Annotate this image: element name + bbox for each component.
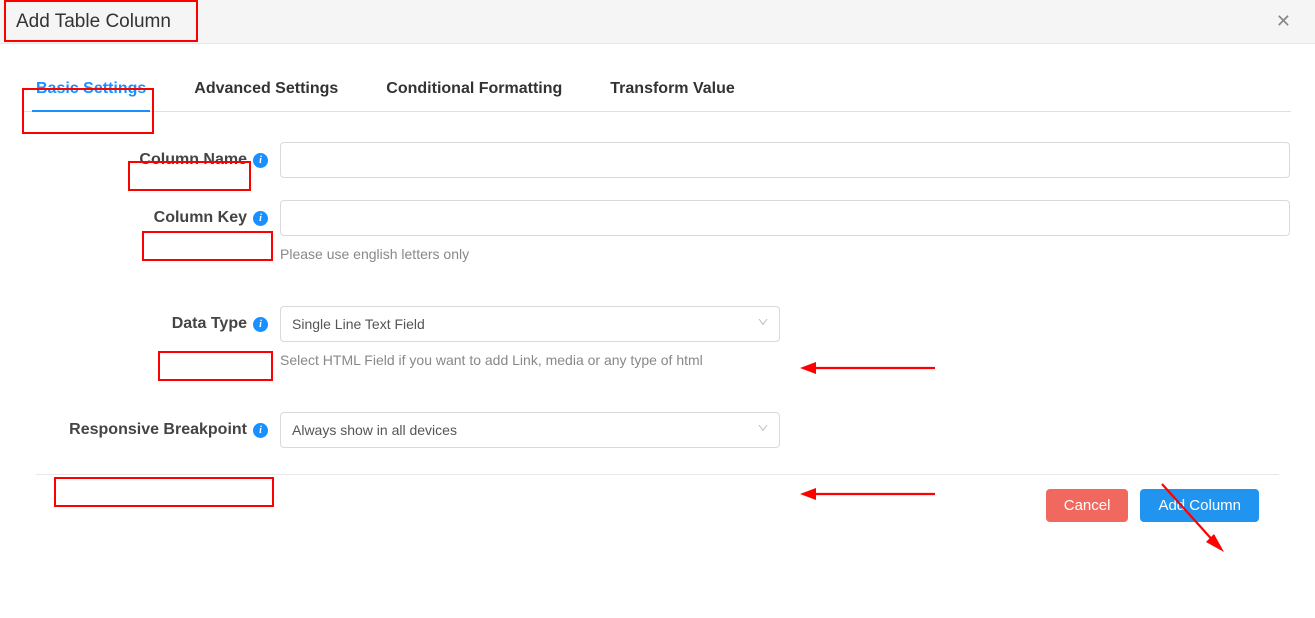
dialog-title: Add Table Column xyxy=(16,11,171,33)
label-data-type-text: Data Type xyxy=(172,315,247,333)
row-column-key: Column Key i Please use english letters … xyxy=(24,200,1291,262)
dialog-header: Add Table Column ✕ xyxy=(0,0,1315,44)
label-column-name-text: Column Name xyxy=(139,151,247,169)
label-responsive-breakpoint: Responsive Breakpoint i xyxy=(24,412,280,448)
info-icon[interactable]: i xyxy=(253,211,268,226)
data-type-selected: Single Line Text Field xyxy=(292,316,425,332)
label-column-key-text: Column Key xyxy=(154,209,247,227)
close-icon[interactable]: ✕ xyxy=(1268,7,1299,36)
data-type-select[interactable]: Single Line Text Field xyxy=(280,306,780,342)
dialog-content: Basic Settings Advanced Settings Conditi… xyxy=(0,44,1315,536)
responsive-select[interactable]: Always show in all devices xyxy=(280,412,780,448)
tab-advanced-settings[interactable]: Advanced Settings xyxy=(190,72,342,112)
label-data-type: Data Type i xyxy=(24,306,280,342)
label-column-key: Column Key i xyxy=(24,200,280,236)
dialog-footer: Cancel Add Column xyxy=(36,474,1279,536)
info-icon[interactable]: i xyxy=(253,317,268,332)
add-column-button[interactable]: Add Column xyxy=(1140,489,1259,522)
tab-basic-settings[interactable]: Basic Settings xyxy=(32,72,150,112)
tab-conditional-formatting[interactable]: Conditional Formatting xyxy=(382,72,566,112)
label-responsive-text: Responsive Breakpoint xyxy=(69,421,247,439)
cancel-button[interactable]: Cancel xyxy=(1046,489,1129,522)
row-responsive-breakpoint: Responsive Breakpoint i Always show in a… xyxy=(24,412,1291,448)
column-key-help: Please use english letters only xyxy=(280,246,1290,262)
column-key-input[interactable] xyxy=(280,200,1290,236)
label-column-name: Column Name i xyxy=(24,142,280,178)
info-icon[interactable]: i xyxy=(253,153,268,168)
tabs: Basic Settings Advanced Settings Conditi… xyxy=(24,72,1291,112)
form-basic-settings: Column Name i Column Key i Please use en… xyxy=(24,112,1291,448)
data-type-help: Select HTML Field if you want to add Lin… xyxy=(280,352,780,368)
row-column-name: Column Name i xyxy=(24,142,1291,178)
tab-transform-value[interactable]: Transform Value xyxy=(606,72,739,112)
row-data-type: Data Type i Single Line Text Field Selec… xyxy=(24,306,1291,368)
column-name-input[interactable] xyxy=(280,142,1290,178)
info-icon[interactable]: i xyxy=(253,423,268,438)
responsive-selected: Always show in all devices xyxy=(292,422,457,438)
